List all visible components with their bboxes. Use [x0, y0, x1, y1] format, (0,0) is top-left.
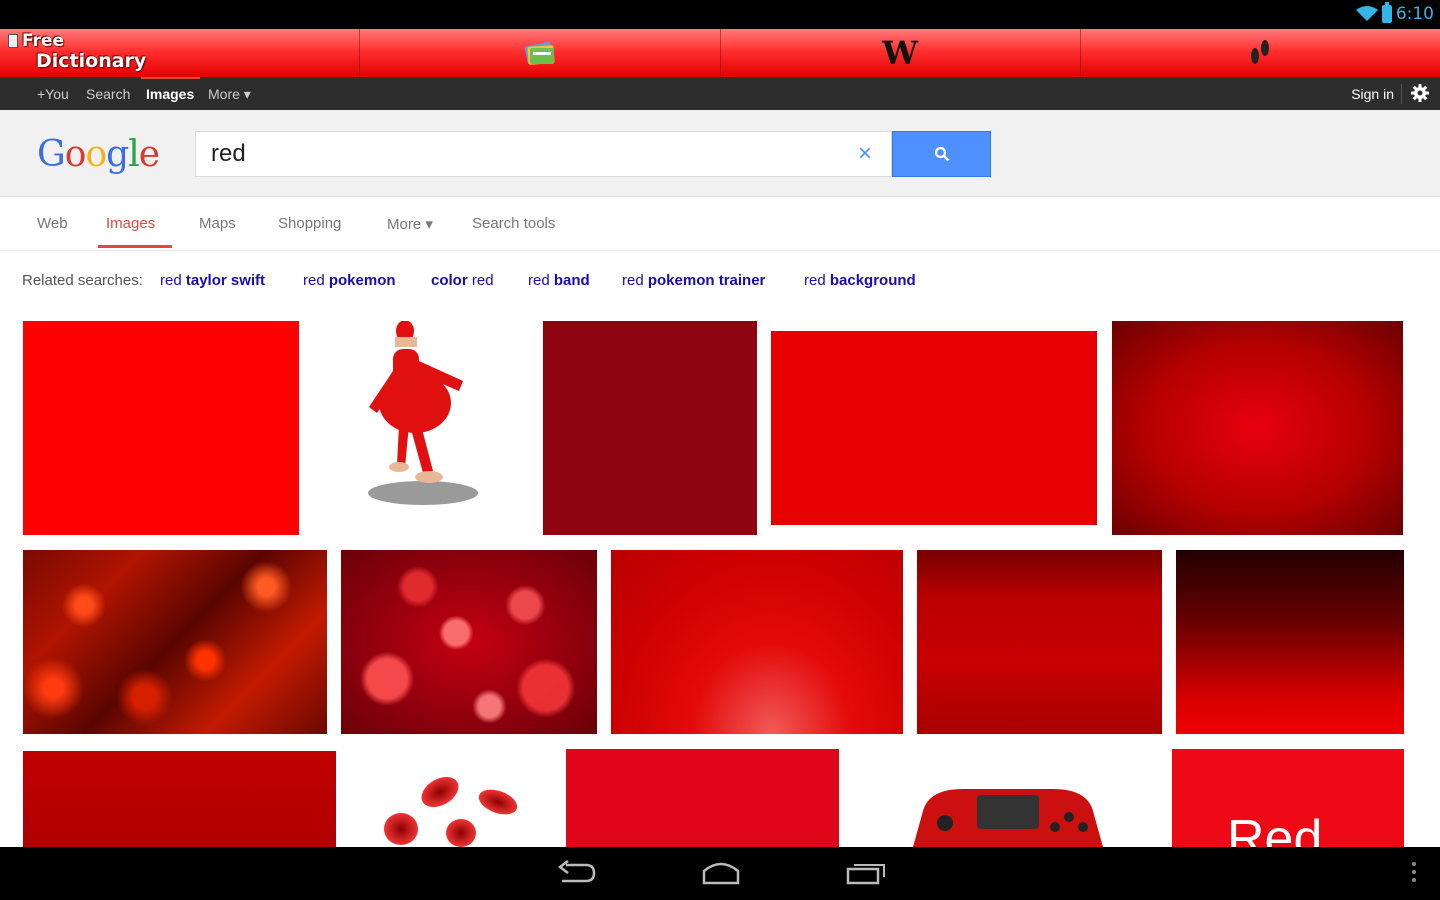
red-costume-figure-image [368, 321, 478, 505]
related-link-2[interactable]: color red [431, 272, 494, 289]
book-icon [8, 34, 18, 48]
blood-cell-shape [416, 770, 464, 814]
gear-icon[interactable] [1411, 84, 1429, 102]
image-result[interactable] [313, 321, 528, 535]
sign-in-link[interactable]: Sign in [1351, 86, 1394, 102]
wikipedia-icon: W [882, 34, 919, 72]
free-dictionary-logo: Free Dictionary [8, 31, 146, 71]
related-link-4[interactable]: red pokemon trainer [622, 272, 765, 289]
gbar-images[interactable]: Images [146, 86, 194, 102]
image-result[interactable] [566, 749, 839, 847]
image-result[interactable] [23, 550, 327, 734]
status-bar: 6:10 [0, 0, 1440, 29]
free-dictionary-button[interactable]: Free Dictionary [0, 29, 361, 77]
navigation-bar [0, 847, 1440, 900]
tab-maps[interactable]: Maps [199, 215, 236, 232]
logo-letter: g [106, 134, 129, 175]
image-result[interactable] [341, 550, 597, 734]
image-result[interactable] [611, 550, 903, 734]
image-result[interactable] [23, 751, 336, 847]
image-result[interactable] [771, 331, 1097, 525]
gbar-search[interactable]: Search [86, 86, 130, 102]
search-tabs: Web Images Maps Shopping More ▾ Search t… [0, 197, 1440, 251]
image-result[interactable] [350, 751, 550, 847]
search-input[interactable] [211, 138, 851, 170]
search-box[interactable] [195, 131, 892, 177]
clear-icon[interactable]: × [854, 141, 876, 167]
active-tab-underline [98, 245, 172, 248]
image-result[interactable] [543, 321, 757, 535]
footprints-button[interactable] [1081, 29, 1440, 77]
logo-letter: o [85, 134, 107, 175]
back-icon[interactable] [556, 859, 596, 887]
google-bar: +You Search Images More ▾ Sign in [0, 77, 1440, 110]
tab-images[interactable]: Images [106, 215, 155, 232]
google-logo[interactable]: Google [37, 134, 160, 175]
footprints-icon [1251, 40, 1270, 64]
gbar-more[interactable]: More ▾ [208, 86, 251, 103]
search-icon [934, 146, 949, 162]
blood-cell-shape [475, 784, 521, 820]
image-overlay-text: Red [1227, 810, 1323, 847]
image-result[interactable] [1112, 321, 1403, 535]
flashcards-icon [524, 41, 555, 65]
logo-letter: e [138, 134, 160, 175]
blood-cell-shape [446, 819, 476, 847]
tab-search-tools[interactable]: Search tools [472, 215, 555, 232]
related-searches: Related searches: red taylor swift red p… [0, 272, 1440, 292]
tab-shopping[interactable]: Shopping [278, 215, 341, 232]
overflow-menu-icon[interactable] [1412, 862, 1416, 886]
tab-more[interactable]: More ▾ [387, 215, 433, 233]
logo-letter: o [64, 134, 87, 175]
home-icon[interactable] [700, 859, 742, 887]
search-button[interactable] [892, 131, 991, 177]
related-link-5[interactable]: red background [804, 272, 916, 289]
image-result[interactable]: Red [1172, 749, 1404, 847]
logo-letter: G [37, 134, 66, 175]
image-result[interactable] [23, 321, 299, 535]
wifi-icon [1355, 6, 1378, 21]
tab-web[interactable]: Web [37, 215, 68, 232]
recent-apps-icon[interactable] [846, 859, 886, 887]
blood-cell-shape [384, 813, 418, 845]
related-link-0[interactable]: red taylor swift [160, 272, 265, 289]
battery-icon [1381, 2, 1392, 23]
gbar-you[interactable]: +You [37, 86, 69, 102]
clock: 6:10 [1395, 4, 1434, 24]
related-link-3[interactable]: red band [528, 272, 590, 289]
system-tray: 6:10 [1355, 2, 1434, 25]
image-result[interactable] [853, 751, 1158, 847]
app-toolbar: Free Dictionary W [0, 29, 1440, 77]
active-underline [141, 77, 200, 79]
image-result[interactable] [917, 550, 1162, 734]
flashcards-button[interactable] [360, 29, 721, 77]
image-result[interactable] [1176, 550, 1404, 734]
divider [1401, 84, 1402, 104]
related-label: Related searches: [22, 272, 143, 289]
game-controller-image [913, 789, 1103, 847]
screen: 6:10 Free Dictionary W +You Search Image… [0, 0, 1440, 900]
wikipedia-button[interactable]: W [721, 29, 1081, 77]
related-link-1[interactable]: red pokemon [303, 272, 396, 289]
logo-letter: l [128, 134, 139, 175]
